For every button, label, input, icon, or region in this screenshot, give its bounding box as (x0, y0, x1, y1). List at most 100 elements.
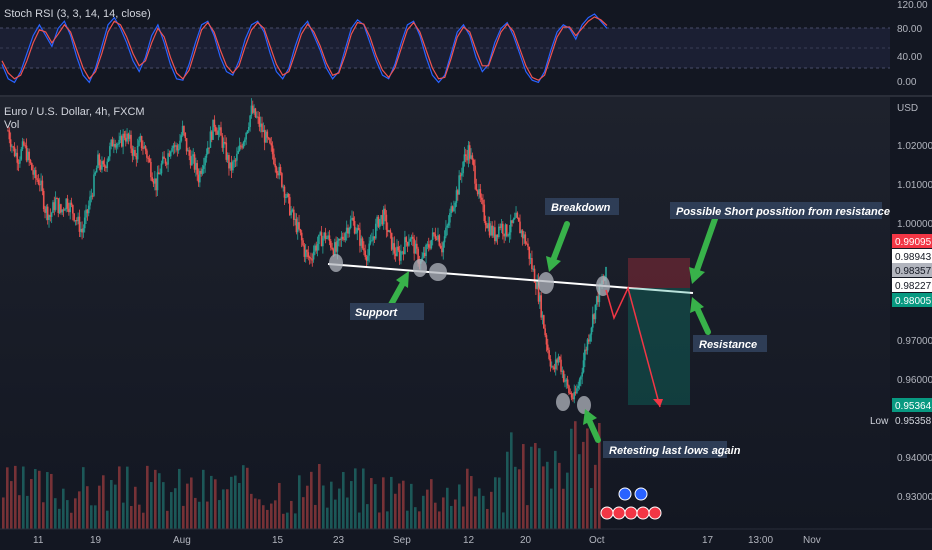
touch-marker (596, 276, 610, 296)
time-tick: 19 (90, 535, 102, 546)
chart-canvas: Stoch RSI (3, 3, 14, 14, close) 120.00 8… (0, 0, 932, 550)
symbol-title[interactable]: Euro / U.S. Dollar, 4h, FXCM (4, 106, 145, 118)
volume-bar (526, 505, 529, 529)
candle-body (462, 161, 464, 174)
candle-body (191, 156, 193, 166)
candle-body (201, 168, 204, 174)
volume-bar (282, 513, 285, 529)
event-marker-icon[interactable] (634, 487, 648, 501)
candle-body (549, 358, 552, 367)
candle-body (552, 366, 554, 368)
volume-bar (98, 485, 101, 529)
candle-body (528, 246, 531, 259)
volume-label: Vol (4, 119, 19, 131)
candle-body (479, 189, 482, 198)
volume-bar (218, 500, 221, 529)
candle-body (177, 148, 180, 151)
annotation-short-note[interactable]: Possible Short possition from resistance… (670, 202, 918, 219)
short-position-target-zone[interactable] (628, 288, 690, 405)
volume-bar (494, 477, 497, 529)
volume-bar (362, 468, 365, 529)
candle-body (344, 233, 347, 240)
volume-bar (266, 509, 269, 529)
candle-body (326, 237, 328, 239)
candle-body (570, 393, 573, 398)
candle-body (543, 315, 545, 329)
volume-bar (2, 497, 5, 529)
candle-body (98, 154, 101, 166)
volume-bar (346, 497, 349, 529)
volume-bar (514, 466, 517, 529)
price-tag-value: 0.99095 (895, 237, 932, 248)
candle-body (300, 232, 303, 241)
candle-body (564, 381, 566, 383)
annotation-resistance[interactable]: Resistance (693, 335, 767, 352)
volume-bar (554, 450, 557, 529)
candle-body (237, 150, 240, 154)
price-tick: 1.01000 (897, 180, 932, 191)
touch-marker (429, 263, 447, 281)
candle-body (196, 163, 198, 175)
annotation-support[interactable]: Support (350, 303, 424, 320)
volume-bar (474, 496, 477, 529)
volume-bar (254, 498, 257, 529)
candle-body (438, 235, 441, 246)
volume-bar (382, 477, 385, 529)
volume-bar (242, 465, 245, 529)
volume-bar (142, 512, 145, 529)
candle-body (94, 172, 97, 175)
time-axis[interactable]: 11 19 Aug 15 23 Sep 12 20 Oct 17 13:00 N… (0, 528, 932, 550)
candle-body (416, 243, 418, 249)
volume-bar (462, 506, 465, 529)
candle-body (361, 238, 364, 249)
volume-bar (594, 464, 597, 529)
volume-bar (334, 499, 337, 529)
candle-body (590, 327, 593, 335)
candle-body (179, 140, 181, 149)
candle-body (589, 334, 591, 342)
candle-body (322, 238, 324, 247)
candle-body (134, 150, 136, 156)
volume-bar (46, 472, 49, 529)
candle-body (306, 249, 308, 253)
price-tick: 0.94000 (897, 453, 932, 464)
volume-bar (150, 482, 153, 529)
event-marker-icon[interactable] (618, 487, 632, 501)
candle-body (546, 344, 549, 351)
volume-bar (34, 469, 37, 529)
candle-body (287, 193, 290, 198)
volume-bar (18, 495, 21, 529)
volume-bar (482, 495, 485, 529)
candle-body (180, 135, 183, 141)
stoch-ytick-80: 80.00 (897, 24, 922, 35)
event-marker-icon[interactable] (612, 506, 626, 520)
event-marker-icon[interactable] (600, 506, 614, 520)
event-marker-icon[interactable] (648, 506, 662, 520)
volume-bar (542, 466, 545, 529)
candle-body (275, 167, 278, 174)
volume-bar (214, 479, 217, 529)
candle-body (558, 356, 561, 360)
annotation-retest[interactable]: Retesting last lows again (603, 441, 741, 458)
volume-bar (286, 512, 289, 529)
volume-bar (222, 489, 225, 529)
short-position-stop-zone[interactable] (628, 258, 690, 288)
candle-body (352, 217, 355, 222)
candle-body (512, 219, 515, 223)
volume-bar (390, 476, 393, 529)
event-marker-icon[interactable] (624, 506, 638, 520)
candle-body (205, 153, 208, 158)
volume-bar (426, 489, 429, 529)
candle-body (517, 217, 520, 222)
candle-body (159, 173, 161, 175)
candle-body (245, 132, 247, 140)
annotation-breakdown[interactable]: Breakdown (545, 198, 619, 215)
candle-body (464, 154, 467, 157)
volume-bar (430, 479, 433, 529)
event-marker-icon[interactable] (636, 506, 650, 520)
volume-bar (138, 504, 141, 529)
volume-bar (10, 481, 13, 529)
candle-body (102, 161, 105, 165)
price-unit-label: USD (897, 103, 918, 114)
candle-body (283, 186, 286, 198)
